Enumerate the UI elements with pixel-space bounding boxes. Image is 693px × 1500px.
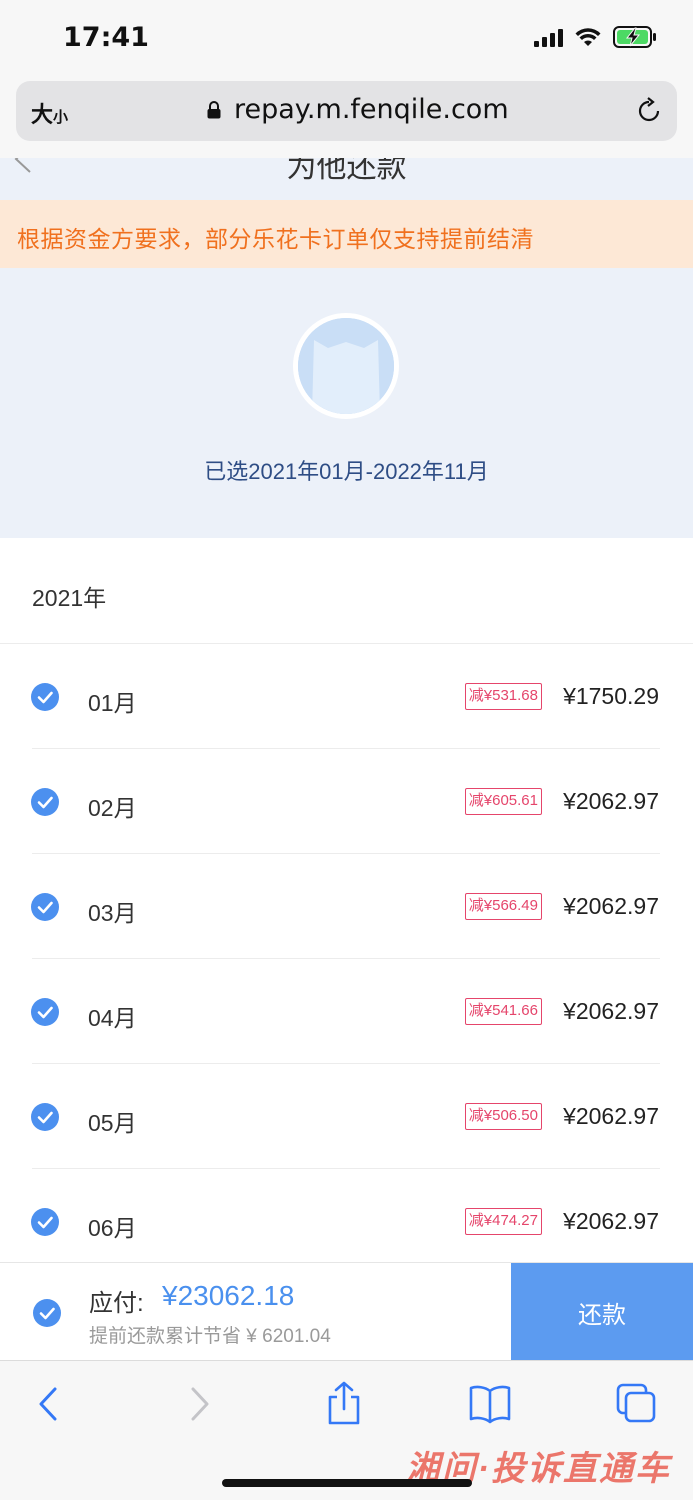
- select-all-checkbox-icon[interactable]: [33, 1299, 61, 1327]
- discount-badge: 减¥474.27: [464, 1208, 542, 1235]
- month-label: 04月: [88, 1005, 137, 1031]
- year-label: 2021年: [32, 585, 107, 611]
- url-text: repay.m.fenqile.com: [234, 94, 509, 125]
- battery-charging-icon: [613, 26, 657, 48]
- month-row[interactable]: 03月 减¥566.49 ¥2062.97: [0, 854, 693, 959]
- status-time: 17:41: [63, 22, 149, 53]
- discount-badge: 减¥566.49: [464, 893, 542, 920]
- address-bar[interactable]: 大小 repay.m.fenqile.com: [16, 81, 677, 141]
- browser-address-area: 大小 repay.m.fenqile.com: [0, 76, 693, 158]
- month-amount: ¥1750.29: [563, 683, 659, 709]
- pay-label: 应付:: [89, 1290, 144, 1317]
- month-row[interactable]: 05月 减¥506.50 ¥2062.97: [0, 1064, 693, 1169]
- month-label: 06月: [88, 1215, 137, 1241]
- discount-badge: 减¥531.68: [464, 683, 542, 710]
- discount-badge: 减¥605.61: [464, 788, 542, 815]
- page-header: 为他还款: [0, 158, 693, 200]
- home-indicator: [222, 1479, 472, 1487]
- pay-amount: ¥23062.18: [162, 1280, 295, 1311]
- month-amount: ¥2062.97: [563, 998, 659, 1024]
- savings-text: 提前还款累计节省 ¥ 6201.04: [89, 1326, 331, 1347]
- selected-range-text: 已选2021年01月-2022年11月: [204, 459, 489, 484]
- discount-badge: 减¥541.66: [464, 998, 542, 1025]
- share-icon[interactable]: [321, 1381, 367, 1427]
- bookmarks-icon[interactable]: [467, 1381, 513, 1427]
- text-size-button[interactable]: 大小: [31, 97, 68, 129]
- checkbox-checked-icon[interactable]: [31, 1103, 59, 1131]
- notice-banner: 根据资金方要求，部分乐花卡订单仅支持提前结清: [0, 200, 693, 268]
- status-bar: 17:41: [0, 0, 693, 76]
- month-amount: ¥2062.97: [563, 788, 659, 814]
- month-amount: ¥2062.97: [563, 893, 659, 919]
- repay-button[interactable]: 还款: [511, 1263, 693, 1361]
- month-row[interactable]: 04月 减¥541.66 ¥2062.97: [0, 959, 693, 1064]
- checkbox-checked-icon[interactable]: [31, 1208, 59, 1236]
- month-label: 01月: [88, 690, 137, 716]
- page-title: 为他还款: [286, 158, 407, 184]
- month-amount: ¥2062.97: [563, 1208, 659, 1234]
- month-label: 05月: [88, 1110, 137, 1136]
- month-label: 02月: [88, 795, 137, 821]
- default-avatar-icon: [298, 318, 394, 414]
- tabs-icon[interactable]: [614, 1381, 660, 1427]
- checkbox-checked-icon[interactable]: [31, 998, 59, 1026]
- wifi-icon: [575, 27, 601, 47]
- reload-icon[interactable]: [635, 97, 663, 125]
- pay-bar: 应付: ¥23062.18 提前还款累计节省 ¥ 6201.04 还款: [0, 1262, 693, 1361]
- month-list: 01月 减¥531.68 ¥1750.29 02月 减¥605.61 ¥2062…: [0, 644, 693, 1274]
- text-size-label: 大: [31, 102, 54, 127]
- back-icon[interactable]: [26, 1381, 72, 1427]
- avatar: [293, 313, 399, 419]
- discount-badge: 减¥506.50: [464, 1103, 542, 1130]
- lock-icon: [207, 101, 221, 119]
- month-label: 03月: [88, 900, 137, 926]
- status-icons: [534, 26, 657, 48]
- notice-text: 根据资金方要求，部分乐花卡订单仅支持提前结清: [17, 226, 534, 252]
- checkbox-checked-icon[interactable]: [31, 683, 59, 711]
- cellular-signal-icon: [534, 27, 563, 47]
- checkbox-checked-icon[interactable]: [31, 788, 59, 816]
- hero-section: 已选2021年01月-2022年11月: [0, 268, 693, 538]
- text-size-label-small: 小: [53, 109, 69, 126]
- month-row[interactable]: 01月 减¥531.68 ¥1750.29: [0, 644, 693, 749]
- year-header: 2021年: [0, 538, 693, 644]
- month-amount: ¥2062.97: [563, 1103, 659, 1129]
- browser-toolbar: 湘问·投诉直通车: [0, 1360, 693, 1500]
- checkbox-checked-icon[interactable]: [31, 893, 59, 921]
- month-row[interactable]: 02月 减¥605.61 ¥2062.97: [0, 749, 693, 854]
- month-row[interactable]: 06月 减¥474.27 ¥2062.97: [0, 1169, 693, 1274]
- forward-icon[interactable]: [176, 1381, 222, 1427]
